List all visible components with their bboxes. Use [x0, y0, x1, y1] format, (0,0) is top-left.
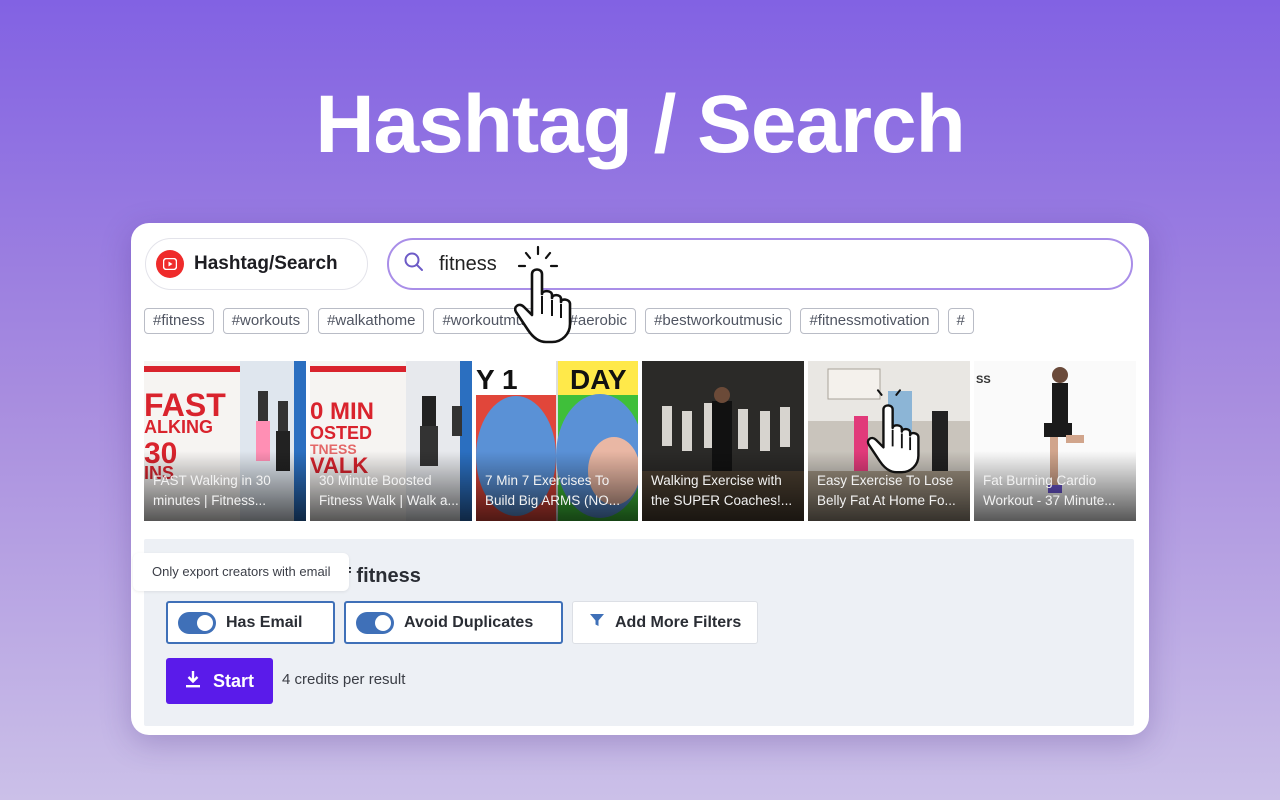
export-panel: of fitness Only export creators with ema… — [133, 539, 1134, 726]
hashtag-chip[interactable]: #walkathome — [318, 308, 425, 334]
video-title: 30 Minute Boosted Fitness Walk | Walk a.… — [319, 473, 459, 508]
youtube-icon — [156, 250, 184, 278]
toggle-switch[interactable] — [178, 611, 216, 634]
add-filters-button[interactable]: Add More Filters — [572, 601, 758, 644]
hashtag-chip[interactable]: # — [947, 308, 974, 334]
hashtag-chip[interactable]: #fitness — [144, 308, 214, 334]
search-bar[interactable] — [387, 238, 1133, 290]
app-card: Hashtag/Search #fitness #workouts #walka… — [131, 223, 1149, 735]
credits-info: 4 credits per result — [282, 671, 406, 688]
mode-selector[interactable]: Hashtag/Search — [145, 238, 368, 290]
svg-text:0 MIN: 0 MIN — [310, 398, 374, 425]
search-icon — [403, 251, 425, 278]
avoid-duplicates-label: Avoid Duplicates — [404, 613, 534, 631]
video-card[interactable]: Easy Exercise To Lose Belly Fat At Home … — [808, 361, 970, 521]
video-card[interactable]: 0 MIN OSTED TNESS VALK 30 Minute Boosted… — [310, 361, 472, 521]
toggle-switch[interactable] — [356, 611, 394, 634]
hashtag-chip[interactable]: #aerobic — [560, 308, 637, 334]
start-label: Start — [212, 670, 254, 691]
mode-label: Hashtag/Search — [194, 253, 338, 274]
video-card[interactable]: Walking Exercise with the SUPER Coaches!… — [642, 361, 804, 521]
filter-icon — [589, 612, 605, 633]
video-card[interactable]: SS Fat Burning Cardio Workout - 37 Minut… — [974, 361, 1136, 521]
svg-text:SS: SS — [976, 374, 991, 386]
has-email-toggle[interactable]: Has Email — [166, 601, 335, 644]
video-card[interactable]: FAST ALKING 30 INS FAST Walking in 30 mi… — [144, 361, 306, 521]
hashtag-chip[interactable]: #workoutmusic — [433, 308, 552, 334]
start-button[interactable]: Start — [166, 658, 273, 704]
video-title: 7 Min 7 Exercises To Build Big ARMS (NO.… — [485, 473, 621, 508]
svg-text:ALKING: ALKING — [144, 417, 213, 437]
svg-text:Y 1: Y 1 — [476, 364, 518, 395]
video-title: Fat Burning Cardio Workout - 37 Minute..… — [983, 473, 1116, 508]
hero-title: Hashtag / Search — [315, 79, 965, 170]
add-filters-label: Add More Filters — [615, 613, 742, 631]
video-title: FAST Walking in 30 minutes | Fitness... — [153, 473, 271, 508]
hashtag-chip[interactable]: #bestworkoutmusic — [645, 308, 792, 334]
video-title: Walking Exercise with the SUPER Coaches!… — [651, 473, 793, 508]
download-icon — [185, 670, 201, 693]
video-card[interactable]: Y 1 DAY 7 Min 7 Exercises To Build Big A… — [476, 361, 638, 521]
hashtag-suggestions: #fitness #workouts #walkathome #workoutm… — [144, 308, 1136, 334]
svg-text:DAY: DAY — [570, 364, 627, 395]
video-results: FAST ALKING 30 INS FAST Walking in 30 mi… — [144, 361, 1136, 521]
has-email-label: Has Email — [226, 613, 303, 631]
svg-text:OSTED: OSTED — [310, 423, 372, 443]
search-input[interactable] — [439, 252, 1039, 276]
avoid-duplicates-toggle[interactable]: Avoid Duplicates — [344, 601, 563, 644]
has-email-tooltip: Only export creators with email — [133, 553, 350, 591]
hashtag-chip[interactable]: #fitnessmotivation — [800, 308, 939, 334]
video-title: Easy Exercise To Lose Belly Fat At Home … — [817, 473, 956, 508]
hashtag-chip[interactable]: #workouts — [222, 308, 310, 334]
